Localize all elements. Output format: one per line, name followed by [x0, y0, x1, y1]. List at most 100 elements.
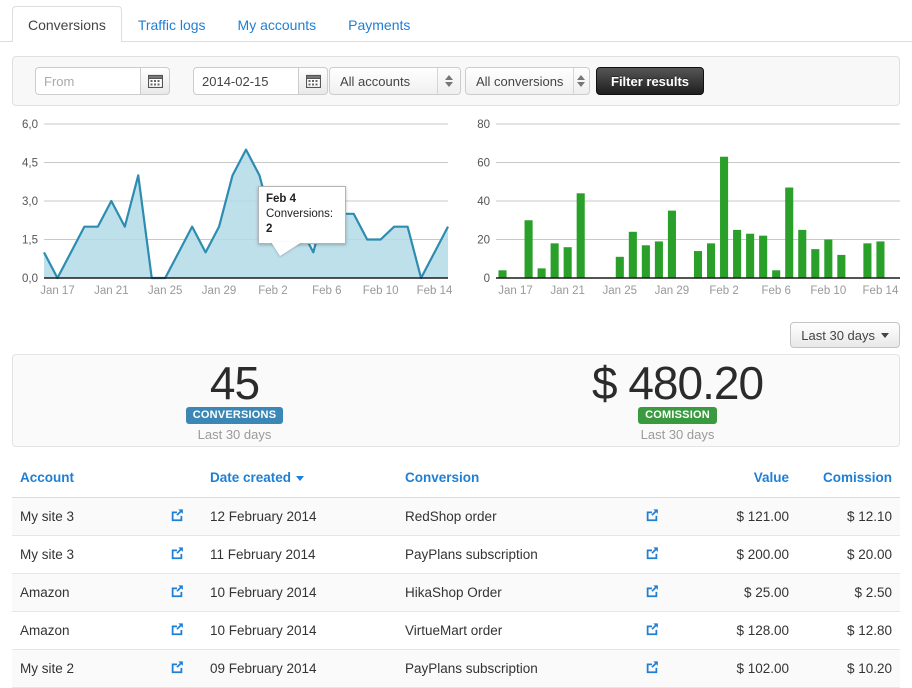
- tab-conversions[interactable]: Conversions: [12, 6, 122, 42]
- tab-my-accounts[interactable]: My accounts: [222, 6, 333, 42]
- external-link-icon[interactable]: [645, 622, 659, 636]
- date-from-calendar-button[interactable]: [140, 67, 170, 95]
- cell-account-link[interactable]: [162, 650, 202, 688]
- external-link-icon[interactable]: [170, 622, 184, 636]
- summary-conversions-value: 45: [210, 357, 259, 409]
- cell-date: 10 February 2014: [202, 574, 397, 612]
- summary-panel: 45 CONVERSIONS Last 30 days $ 480.20 COM…: [12, 354, 900, 447]
- cell-conversion-link[interactable]: [637, 536, 677, 574]
- cell-conversion: HikaShop Order: [397, 574, 637, 612]
- chevron-down-icon: [881, 333, 889, 338]
- cell-commission: $ 10.20: [797, 650, 900, 688]
- chart-tooltip-date: Feb 4: [266, 193, 296, 205]
- external-link-icon[interactable]: [170, 546, 184, 560]
- tab-payments-label: Payments: [348, 17, 410, 33]
- cell-value: $ 128.00: [677, 612, 797, 650]
- column-value-label: Value: [754, 470, 789, 485]
- cell-account-link[interactable]: [162, 574, 202, 612]
- column-conversion-label: Conversion: [405, 470, 479, 485]
- filter-results-button[interactable]: Filter results: [596, 67, 704, 95]
- tab-bar: Conversions Traffic logs My accounts Pay…: [0, 0, 912, 42]
- summary-commission-badge: COMISSION: [638, 407, 717, 424]
- tab-conversions-label: Conversions: [28, 17, 106, 33]
- table-row[interactable]: Amazon 10 February 2014VirtueMart order $ …: [12, 612, 900, 650]
- column-comission[interactable]: Comission: [797, 466, 900, 498]
- svg-text:Feb 14: Feb 14: [863, 285, 899, 297]
- cell-account: My site 3: [12, 498, 162, 536]
- column-account[interactable]: Account: [12, 466, 162, 498]
- tab-my-accounts-label: My accounts: [238, 17, 317, 33]
- cell-commission: $ 20.00: [797, 536, 900, 574]
- svg-text:4,5: 4,5: [22, 158, 38, 170]
- cell-conversion: VirtueMart order: [397, 612, 637, 650]
- chart-tooltip-tail: [271, 242, 302, 256]
- tab-traffic-logs-label: Traffic logs: [138, 17, 206, 33]
- summary-conversions: 45 CONVERSIONS Last 30 days: [13, 355, 456, 446]
- svg-text:6,0: 6,0: [22, 119, 38, 131]
- external-link-icon[interactable]: [645, 546, 659, 560]
- svg-text:Feb 14: Feb 14: [417, 285, 453, 297]
- cell-conversion-link[interactable]: [637, 650, 677, 688]
- table-row[interactable]: My site 209 February 2014PayPlans subscr…: [12, 650, 900, 688]
- summary-commission-value: $ 480.20: [592, 357, 763, 409]
- cell-value: $ 121.00: [677, 498, 797, 536]
- cell-account-link[interactable]: [162, 612, 202, 650]
- cell-value: $ 102.00: [677, 650, 797, 688]
- cell-account: Amazon: [12, 612, 162, 650]
- cell-account: Amazon: [12, 574, 162, 612]
- cell-date: 09 February 2014: [202, 650, 397, 688]
- external-link-icon[interactable]: [170, 584, 184, 598]
- cell-conversion-link[interactable]: [637, 612, 677, 650]
- svg-text:0: 0: [484, 273, 490, 285]
- column-date-created-label: Date created: [210, 470, 291, 485]
- calendar-icon: [148, 74, 163, 88]
- tab-payments[interactable]: Payments: [332, 6, 426, 42]
- svg-text:Jan 29: Jan 29: [202, 285, 237, 297]
- cell-commission: $ 12.10: [797, 498, 900, 536]
- column-account-label: Account: [20, 470, 74, 485]
- date-to-input[interactable]: [193, 67, 298, 95]
- svg-text:Jan 17: Jan 17: [40, 285, 75, 297]
- cell-conversion-link[interactable]: [637, 498, 677, 536]
- cell-date: 10 February 2014: [202, 612, 397, 650]
- column-date-created[interactable]: Date created: [202, 466, 397, 498]
- external-link-icon[interactable]: [645, 508, 659, 522]
- table-row[interactable]: My site 312 February 2014RedShop order$ …: [12, 498, 900, 536]
- column-value[interactable]: Value: [677, 466, 797, 498]
- date-range-dropdown[interactable]: Last 30 days: [790, 322, 900, 348]
- date-from-input[interactable]: [35, 67, 140, 95]
- cell-account-link[interactable]: [162, 498, 202, 536]
- svg-text:Jan 29: Jan 29: [655, 285, 690, 297]
- accounts-select[interactable]: All accounts: [329, 67, 461, 95]
- svg-text:Jan 25: Jan 25: [603, 285, 638, 297]
- external-link-icon[interactable]: [645, 660, 659, 674]
- conversions-select[interactable]: All conversions: [465, 67, 590, 95]
- chart-tooltip-metric-label: Conversions:: [266, 208, 333, 220]
- filter-bar: All accounts All conversions Filter resu…: [12, 56, 900, 106]
- cell-account-link[interactable]: [162, 536, 202, 574]
- date-to-calendar-button[interactable]: [298, 67, 328, 95]
- cell-conversion-link[interactable]: [637, 574, 677, 612]
- cell-conversion: RedShop order: [397, 498, 637, 536]
- cell-account: My site 3: [12, 536, 162, 574]
- external-link-icon[interactable]: [645, 584, 659, 598]
- external-link-icon[interactable]: [170, 508, 184, 522]
- table-row[interactable]: Amazon10 February 2014HikaShop Order$ 25…: [12, 574, 900, 612]
- cell-value: $ 200.00: [677, 536, 797, 574]
- conversions-table: Account Date created Conversion Value Co…: [12, 466, 900, 688]
- tab-traffic-logs[interactable]: Traffic logs: [122, 6, 222, 42]
- cell-commission: $ 12.80: [797, 612, 900, 650]
- svg-text:Jan 25: Jan 25: [148, 285, 183, 297]
- column-account-link: [162, 466, 202, 498]
- svg-text:Feb 2: Feb 2: [709, 285, 738, 297]
- column-conversion[interactable]: Conversion: [397, 466, 637, 498]
- summary-commission: $ 480.20 COMISSION Last 30 days: [456, 355, 899, 446]
- commission-bar-chart: 020406080Jan 17Jan 21Jan 25Jan 29Feb 2Fe…: [460, 116, 908, 306]
- svg-text:Feb 2: Feb 2: [258, 285, 287, 297]
- table-row[interactable]: My site 311 February 2014PayPlans subscr…: [12, 536, 900, 574]
- svg-text:Jan 21: Jan 21: [550, 285, 585, 297]
- chart-tooltip-metric-value: 2: [266, 223, 272, 235]
- chart-tooltip: Feb 4 Conversions: 2: [258, 186, 346, 244]
- svg-text:Feb 10: Feb 10: [810, 285, 846, 297]
- external-link-icon[interactable]: [170, 660, 184, 674]
